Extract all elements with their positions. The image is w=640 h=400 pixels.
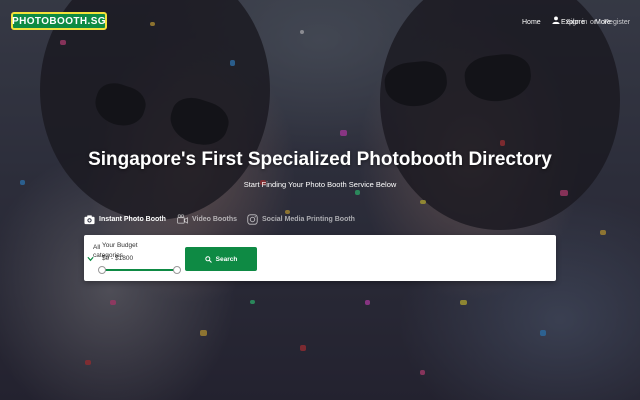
camera-icon [84, 214, 95, 224]
tab-instant-photo-booth[interactable]: Instant Photo Booth [84, 212, 166, 226]
instagram-icon [247, 213, 258, 225]
tab-video-booths[interactable]: Video Booths [177, 212, 237, 226]
video-camera-icon [177, 213, 188, 224]
search-button-label: Search [215, 255, 238, 263]
page-title: Singapore's First Specialized Photobooth… [88, 149, 552, 170]
tab-label: Video Booths [192, 215, 237, 223]
budget-slider-max-handle[interactable] [173, 266, 181, 274]
tab-social-media-printing-booth[interactable]: Social Media Printing Booth [247, 212, 355, 226]
search-button[interactable]: Search [185, 247, 257, 271]
budget-slider-min-handle[interactable] [98, 266, 106, 274]
page-subtitle: Start Finding Your Photo Booth Service B… [243, 180, 397, 189]
budget-label: Your Budget [102, 242, 138, 249]
search-icon [204, 255, 212, 263]
site-logo[interactable]: PHOTOBOOTH.SG [11, 12, 107, 30]
budget-slider[interactable] [98, 266, 181, 274]
budget-slider-fill [102, 269, 177, 271]
user-icon [552, 16, 560, 24]
nav-sign-in-link[interactable]: Sign in [566, 16, 587, 28]
hero-overlay [0, 0, 640, 400]
nav-register-link[interactable]: Register [604, 16, 630, 28]
tab-label: Social Media Printing Booth [262, 215, 355, 223]
budget-range-value: $0 - $1800 [102, 255, 134, 262]
tab-label: Instant Photo Booth [99, 215, 166, 223]
search-panel: All categories Your Budget $0 - $1800 Se… [84, 235, 556, 281]
nav-home-link[interactable]: Home [522, 16, 541, 28]
chevron-down-icon[interactable] [87, 256, 94, 262]
